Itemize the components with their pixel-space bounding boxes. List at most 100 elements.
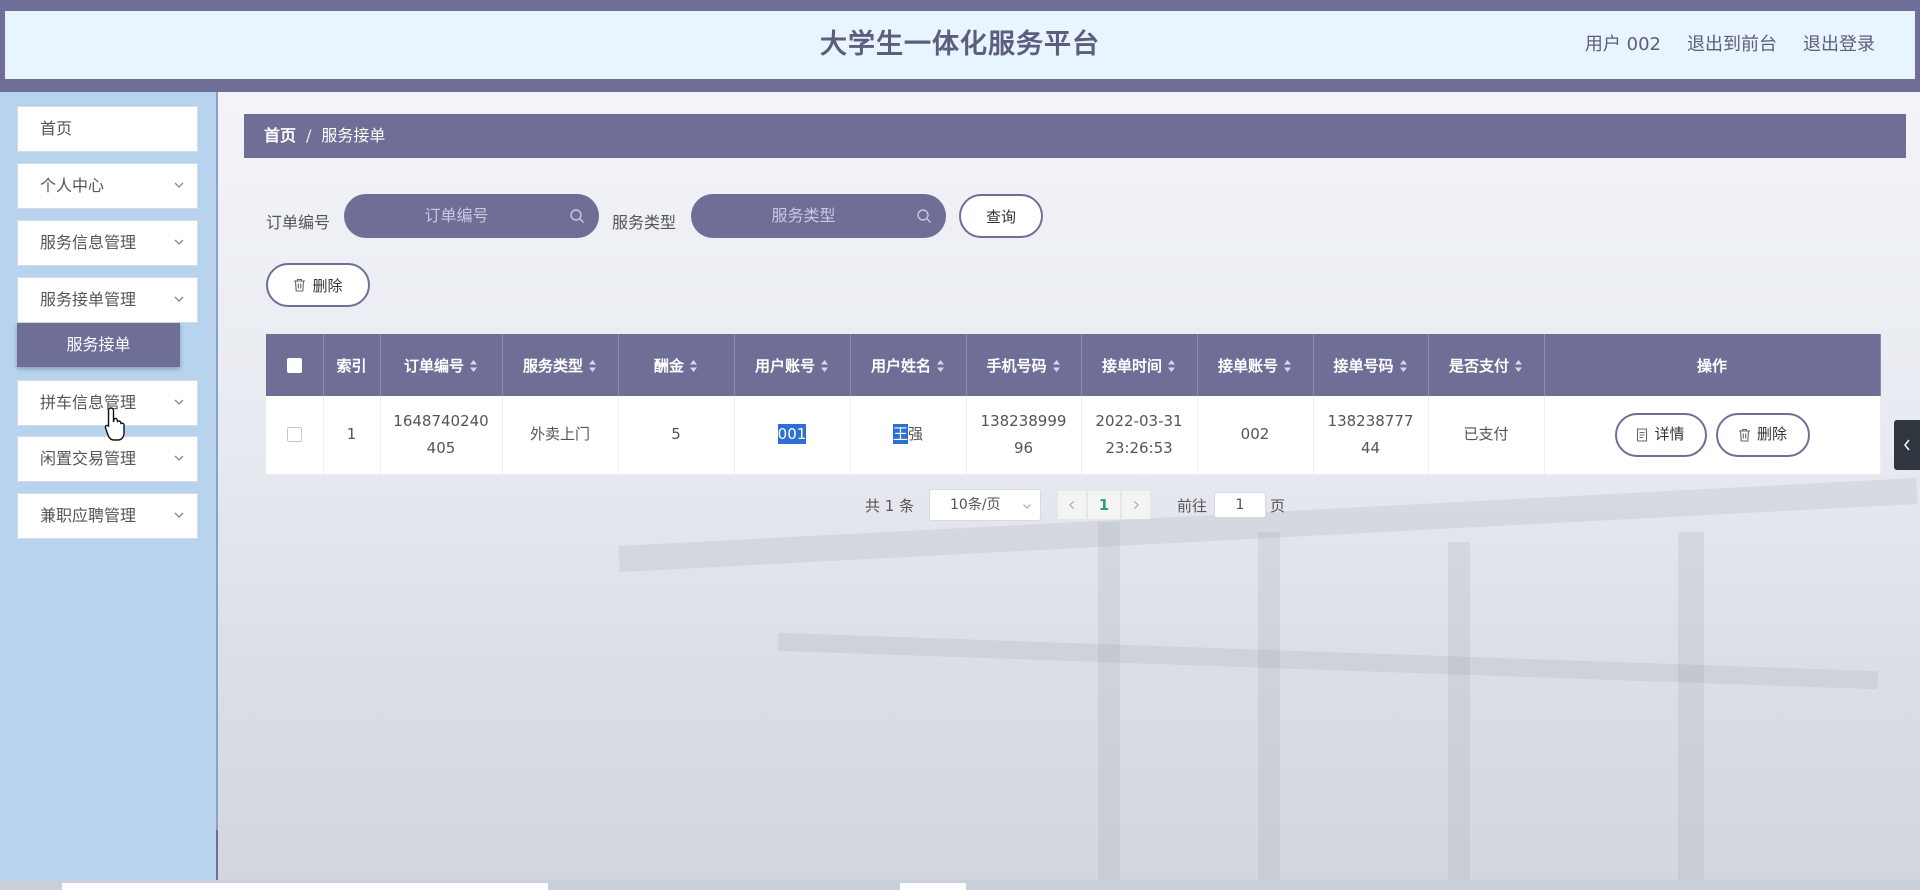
header-links: 用户 002 退出到前台 退出登录 xyxy=(1585,11,1875,79)
batch-delete-button[interactable]: 删除 xyxy=(266,263,370,307)
sidebar-item-service-orders[interactable]: 服务接单管理 xyxy=(17,277,198,323)
cell-accept-phone: 138238777 44 xyxy=(1313,396,1429,475)
logout-link[interactable]: 退出登录 xyxy=(1803,11,1875,79)
column-header[interactable]: 手机号码 xyxy=(966,334,1082,396)
hand-cursor-icon xyxy=(104,407,125,441)
sort-icon[interactable] xyxy=(1052,359,1061,373)
column-header[interactable]: 用户账号 xyxy=(734,334,851,396)
prev-page-button[interactable] xyxy=(1058,491,1086,519)
select-all-checkbox[interactable] xyxy=(286,358,302,373)
document-icon xyxy=(1637,428,1648,442)
accept-phone-line-2: 44 xyxy=(1360,438,1381,457)
column-header[interactable]: 用户姓名 xyxy=(850,334,967,396)
order-no-search-field[interactable] xyxy=(344,194,599,238)
page-size-value: 10条/页 xyxy=(950,497,1001,513)
column-label: 接单号码 xyxy=(1333,356,1394,375)
cell-user-name: 王强 xyxy=(850,396,967,475)
next-page-button[interactable] xyxy=(1122,491,1150,519)
header: 大学生一体化服务平台 用户 002 退出到前台 退出登录 xyxy=(5,11,1915,79)
main-content: 首页 / 服务接单 订单编号 服务类型 查询 删除 索引 xyxy=(218,92,1920,890)
cell-actions: 详情 删除 xyxy=(1544,396,1881,475)
background-decoration xyxy=(1098,522,1120,890)
sort-icon[interactable] xyxy=(1283,359,1292,373)
chevron-down-icon xyxy=(174,455,184,461)
search-icon xyxy=(570,209,584,223)
page-size-select[interactable]: 10条/页 xyxy=(929,489,1041,521)
column-label: 接单时间 xyxy=(1101,356,1162,375)
column-label: 是否支付 xyxy=(1448,356,1509,375)
column-label: 用户姓名 xyxy=(870,356,931,375)
service-type-label: 服务类型 xyxy=(612,213,677,232)
column-header[interactable]: 服务类型 xyxy=(502,334,619,396)
accept-phone-line-1: 138238777 xyxy=(1327,411,1414,430)
background-decoration xyxy=(778,632,1878,690)
query-button[interactable]: 查询 xyxy=(959,194,1043,238)
sort-icon[interactable] xyxy=(1514,359,1523,373)
table-row[interactable]: 1 1648740240 405 外卖上门 5 001 王强 138238999 9… xyxy=(266,396,1881,475)
chevron-down-icon xyxy=(1023,504,1031,509)
page-number-current[interactable]: 1 xyxy=(1088,491,1120,519)
sort-icon[interactable] xyxy=(469,359,478,373)
side-panel-toggle[interactable] xyxy=(1894,420,1920,470)
query-button-label: 查询 xyxy=(985,207,1016,226)
sidebar-item-home[interactable]: 首页 xyxy=(17,106,198,152)
horizontal-scrollbar[interactable] xyxy=(0,880,1920,890)
column-label: 服务类型 xyxy=(522,356,583,375)
exit-to-front-link[interactable]: 退出到前台 xyxy=(1687,11,1777,79)
phone-line-1: 138238999 xyxy=(980,411,1067,430)
column-header[interactable]: 订单编号 xyxy=(380,334,503,396)
order-no-input[interactable] xyxy=(371,206,542,225)
column-label: 操作 xyxy=(1696,356,1727,375)
breadcrumb-separator: / xyxy=(306,126,312,145)
column-header[interactable]: 接单号码 xyxy=(1313,334,1429,396)
background-decoration xyxy=(1678,532,1704,890)
column-header[interactable]: 是否支付 xyxy=(1428,334,1545,396)
column-header[interactable]: 酬金 xyxy=(618,334,735,396)
scrollbar-segment xyxy=(900,883,966,890)
column-label: 接单账号 xyxy=(1217,356,1278,375)
column-header: 操作 xyxy=(1544,334,1881,396)
detail-button[interactable]: 详情 xyxy=(1614,412,1707,457)
scrollbar-thumb[interactable] xyxy=(62,883,548,890)
detail-button-label: 详情 xyxy=(1654,425,1685,444)
sidebar xyxy=(0,92,216,890)
order-no-line-1: 1648740240 xyxy=(393,411,489,430)
order-no-label: 订单编号 xyxy=(266,213,331,232)
sidebar-item-personal-center[interactable]: 个人中心 xyxy=(17,163,198,209)
current-user[interactable]: 用户 002 xyxy=(1585,11,1661,79)
phone-line-2: 96 xyxy=(1013,438,1034,457)
chevron-left-icon xyxy=(1904,439,1910,451)
sidebar-item-label: 闲置交易管理 xyxy=(40,449,137,468)
cell-accept-time: 2022-03-31 23:26:53 xyxy=(1081,396,1198,475)
batch-delete-label: 删除 xyxy=(312,276,343,295)
service-type-input[interactable] xyxy=(718,206,889,225)
chevron-left-icon xyxy=(1069,501,1074,509)
row-checkbox[interactable] xyxy=(286,427,302,443)
chevron-down-icon xyxy=(174,512,184,518)
column-label: 订单编号 xyxy=(403,356,464,375)
select-all-header xyxy=(266,334,324,396)
sort-icon[interactable] xyxy=(689,359,698,373)
trash-icon xyxy=(1738,428,1750,442)
sidebar-item-service-info[interactable]: 服务信息管理 xyxy=(17,220,198,266)
sort-icon[interactable] xyxy=(588,359,597,373)
row-delete-button[interactable]: 删除 xyxy=(1715,412,1810,457)
sort-icon[interactable] xyxy=(936,359,945,373)
breadcrumb: 首页 / 服务接单 xyxy=(244,114,1906,158)
sort-icon[interactable] xyxy=(820,359,829,373)
column-label: 用户账号 xyxy=(754,356,815,375)
chevron-down-icon xyxy=(174,296,184,302)
sidebar-subitem-service-orders[interactable]: 服务接单 xyxy=(17,323,180,367)
column-header[interactable]: 接单时间 xyxy=(1081,334,1198,396)
sidebar-item-part-time[interactable]: 兼职应聘管理 xyxy=(17,493,198,539)
sort-icon[interactable] xyxy=(1399,359,1408,373)
cell-order-no: 1648740240 405 xyxy=(380,396,503,475)
column-header[interactable]: 接单账号 xyxy=(1197,334,1314,396)
cell-index: 1 xyxy=(323,396,381,475)
sort-icon[interactable] xyxy=(1167,359,1176,373)
goto-page-input[interactable]: 1 xyxy=(1214,492,1266,518)
breadcrumb-home[interactable]: 首页 xyxy=(264,126,296,145)
breadcrumb-current: 服务接单 xyxy=(321,126,386,145)
service-type-search-field[interactable] xyxy=(691,194,946,238)
column-label: 酬金 xyxy=(653,356,684,375)
